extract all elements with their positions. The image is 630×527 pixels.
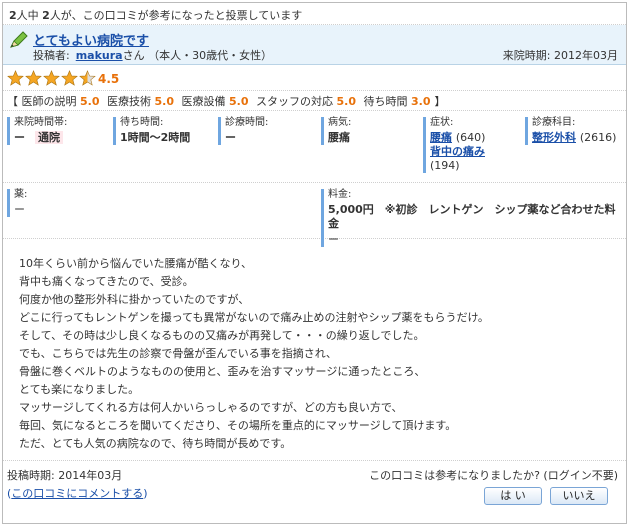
review-body: 10年くらい前から悩んでいた腰痛が酷くなり、 背中も痛くなってきたので、受診。何度… (3, 239, 626, 461)
vote-suffix: 人が、この口コミが参考になったと投票しています (49, 9, 303, 22)
body-line: 背中も痛くなってきたので、受診。 (19, 275, 194, 288)
review-footer: 投稿時期: 2014年03月 (この口コミにコメントする) この口コミは参考にな… (3, 461, 626, 511)
detail-scores: 【 医師の説明 5.0 医療技術 5.0 医療設備 5.0 スタッフの対応 5.… (3, 91, 626, 111)
fee-label: 料金: (328, 189, 352, 200)
body-line: でも、こちらでは先生の診察で骨盤が歪んでいる事を指摘され、 (19, 347, 337, 360)
helpful-yes-button[interactable]: は い (484, 487, 542, 505)
department-value: 整形外科 (2616) (532, 131, 625, 145)
symptom-count: (194) (430, 159, 460, 172)
star-icon (25, 70, 42, 86)
poster-label: 投稿者: (33, 49, 70, 62)
body-line: ただ、とても人気の病院なので、待ち時間が長めです。 (19, 437, 292, 450)
star-icon (61, 70, 78, 86)
disease-label: 病気: (328, 117, 352, 128)
info-row-1: 来院時間帯: ー通院 待ち時間: 1時間〜2時間 診療時間: ー 病気: 腰痛 … (3, 111, 626, 183)
wait-time-label: 待ち時間: (120, 117, 164, 128)
department-link[interactable]: 整形外科 (532, 131, 576, 144)
vote-summary: 2人中 2人が、この口コミが参考になったと投票しています (3, 3, 626, 25)
overall-score: 4.5 (98, 72, 120, 86)
visit-period: 来院時期: 2012年03月 (502, 49, 618, 62)
score-value: 5.0 (229, 95, 249, 108)
consult-time-label: 診療時間: (225, 117, 269, 128)
comment-link[interactable]: この口コミにコメントする (11, 487, 143, 500)
visit-time-label: 来院時間帯: (14, 117, 68, 128)
medicine-label: 薬: (14, 189, 28, 200)
comment-link-wrap: (この口コミにコメントする) (7, 485, 148, 501)
star-icon (7, 70, 24, 86)
poster-line: 投稿者: makuraさん （本人・30歳代・女性） (33, 47, 272, 63)
visit-type-tag: 通院 (35, 131, 63, 144)
symptom-values: 腰痛 (640) 背中の痛み (194) (430, 131, 523, 173)
score-label: 待ち時間 (360, 95, 411, 108)
score-label: 医師の説明 (18, 95, 80, 108)
fee-cell: 料金: 5,000円 ※初診 レントゲン シップ薬など合わせた料金 ー (321, 189, 626, 247)
symptom-link-lowback[interactable]: 腰痛 (430, 131, 452, 144)
score-label: 医療設備 (178, 95, 229, 108)
star-rating (7, 70, 97, 86)
paren-close: ) (143, 487, 148, 500)
body-line: 毎回、気になるところを聞いてくださり、その場所を重点的にマッサージして頂けます。 (19, 419, 457, 432)
body-line: 骨盤に巻くベルトのようなものの使用と、歪みを治すマッサージに通ったところ、 (19, 365, 426, 378)
fee-extra: ー (328, 233, 339, 246)
visit-time-cell: 来院時間帯: ー通院 (7, 117, 107, 145)
author-details: さん （本人・30歳代・女性） (122, 49, 273, 62)
symptom-cell: 症状: 腰痛 (640) 背中の痛み (194) (423, 117, 523, 173)
score-value: 3.0 (411, 95, 431, 108)
wait-time-cell: 待ち時間: 1時間〜2時間 (113, 117, 213, 145)
body-line: 何度か他の整形外科に掛かっていたのですが、 (19, 293, 250, 306)
body-line: マッサージしてくれる方は何人かいらっしゃるのですが、どの方も良い方で、 (19, 401, 403, 414)
score-label: スタッフの対応 (252, 95, 337, 108)
info-row-2: 薬: ー 料金: 5,000円 ※初診 レントゲン シップ薬など合わせた料金 ー (3, 183, 626, 247)
department-label: 診療科目: (532, 117, 576, 128)
author-link[interactable]: makura (76, 49, 123, 62)
department-cell: 診療科目: 整形外科 (2616) (525, 117, 625, 145)
star-icon (43, 70, 60, 86)
helpful-no-button[interactable]: いいえ (550, 487, 608, 505)
bracket-close: 】 (434, 95, 446, 108)
symptom-count: (640) (455, 131, 486, 144)
body-line: どこに行ってもレントゲンを撮っても異常がないので痛み止めの注射やシップ薬をもらう… (19, 311, 489, 324)
pencil-icon (10, 31, 28, 48)
body-line: とても楽になりました。 (19, 383, 140, 396)
score-label: 医療技術 (103, 95, 155, 108)
bracket-open: 【 (7, 95, 18, 108)
department-count: (2616) (579, 131, 617, 144)
post-date: 投稿時期: 2014年03月 (7, 469, 123, 482)
visit-time-value: ー通院 (14, 131, 107, 145)
vote-total: 2 (9, 9, 17, 22)
wait-time-value: 1時間〜2時間 (120, 131, 191, 144)
body-line: そして、その時は少し良くなるものの又痛みが再発して・・・の繰り返しでした。 (19, 329, 425, 342)
star-icon (79, 70, 96, 86)
symptom-label: 症状: (430, 117, 454, 128)
disease-cell: 病気: 腰痛 (321, 117, 421, 145)
vote-mid: 人中 (16, 9, 43, 22)
disease-value: 腰痛 (328, 131, 350, 144)
score-value: 5.0 (80, 95, 100, 108)
fee-value: 5,000円 ※初診 レントゲン シップ薬など合わせた料金 (328, 203, 616, 230)
body-line: 10年くらい前から悩んでいた腰痛が酷くなり、 (19, 257, 253, 270)
visit-time-dash: ー (14, 131, 25, 144)
review-card: 2人中 2人が、この口コミが参考になったと投票しています とてもよい病院です 投… (2, 2, 627, 524)
consult-time-value: ー (225, 131, 236, 144)
consult-time-cell: 診療時間: ー (218, 117, 318, 145)
symptom-link-backpain[interactable]: 背中の痛み (430, 145, 485, 158)
score-value: 5.0 (336, 95, 357, 108)
medicine-value: ー (14, 203, 25, 216)
vote-count: 2 (42, 9, 50, 22)
helpful-question: この口コミは参考になりましたか? (ログイン不要) (369, 469, 618, 482)
rating-row: 4.5 (3, 65, 626, 91)
medicine-cell: 薬: ー (7, 189, 307, 217)
review-header: とてもよい病院です 投稿者: makuraさん （本人・30歳代・女性） 来院時期… (3, 25, 626, 65)
score-value: 5.0 (154, 95, 175, 108)
